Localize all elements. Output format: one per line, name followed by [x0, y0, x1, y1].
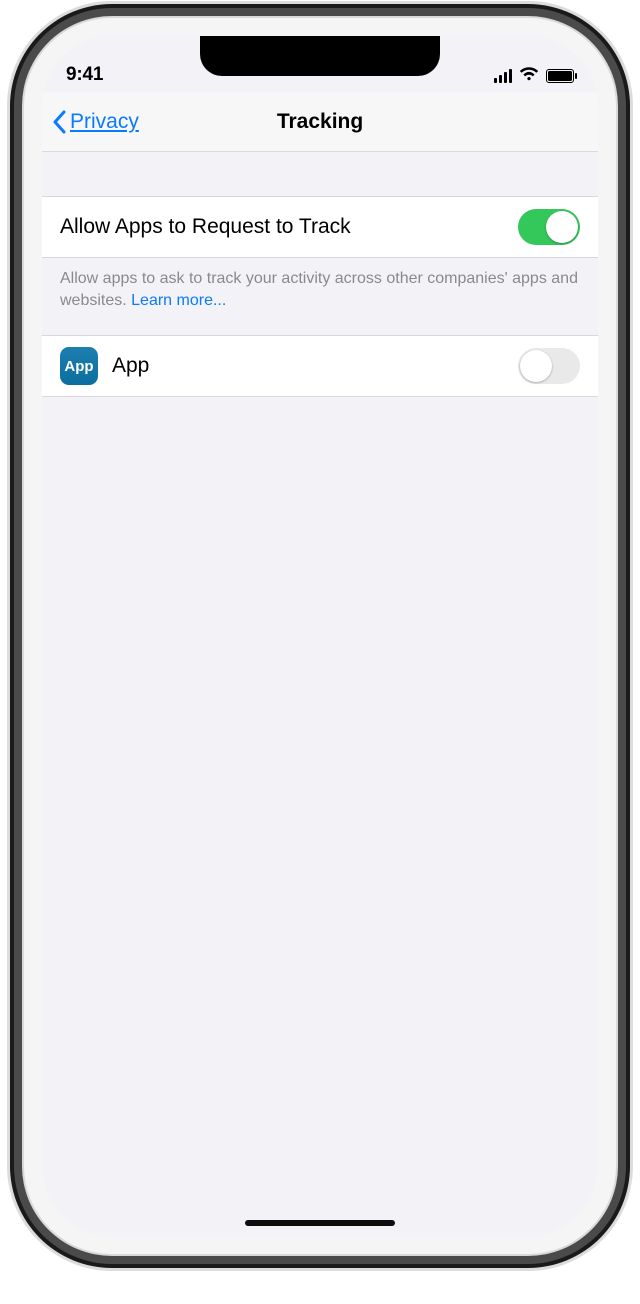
- app-name: App: [112, 354, 518, 378]
- back-label: Privacy: [70, 110, 139, 134]
- chevron-left-icon: [52, 110, 66, 134]
- wifi-icon: [519, 66, 539, 86]
- app-row[interactable]: App App: [42, 336, 598, 396]
- apps-group: App App: [42, 335, 598, 397]
- home-indicator[interactable]: [245, 1220, 395, 1226]
- screen: 9:41 Privacy Tracking: [42, 36, 598, 1236]
- cellular-icon: [494, 69, 512, 83]
- allow-tracking-toggle[interactable]: [518, 209, 580, 245]
- page-title: Tracking: [277, 110, 363, 134]
- ring-silent-switch: [12, 198, 18, 232]
- allow-tracking-row[interactable]: Allow Apps to Request to Track: [42, 197, 598, 257]
- phone-frame: 9:41 Privacy Tracking: [24, 18, 616, 1254]
- side-button: [622, 296, 630, 406]
- back-button[interactable]: Privacy: [52, 92, 139, 151]
- status-bar: 9:41: [42, 36, 598, 92]
- app-tracking-toggle[interactable]: [518, 348, 580, 384]
- status-time: 9:41: [66, 64, 103, 86]
- nav-bar: Privacy Tracking: [42, 92, 598, 152]
- status-icons: [494, 66, 574, 86]
- allow-tracking-label: Allow Apps to Request to Track: [60, 215, 518, 239]
- learn-more-link[interactable]: Learn more...: [131, 292, 226, 309]
- content: Allow Apps to Request to Track Allow app…: [42, 152, 598, 1236]
- tracking-footer: Allow apps to ask to track your activity…: [42, 258, 598, 311]
- app-icon: App: [60, 347, 98, 385]
- battery-icon: [546, 69, 574, 83]
- volume-down-button: [10, 350, 18, 422]
- canvas: 9:41 Privacy Tracking: [0, 0, 640, 1304]
- volume-up-button: [10, 260, 18, 332]
- tracking-group: Allow Apps to Request to Track: [42, 196, 598, 258]
